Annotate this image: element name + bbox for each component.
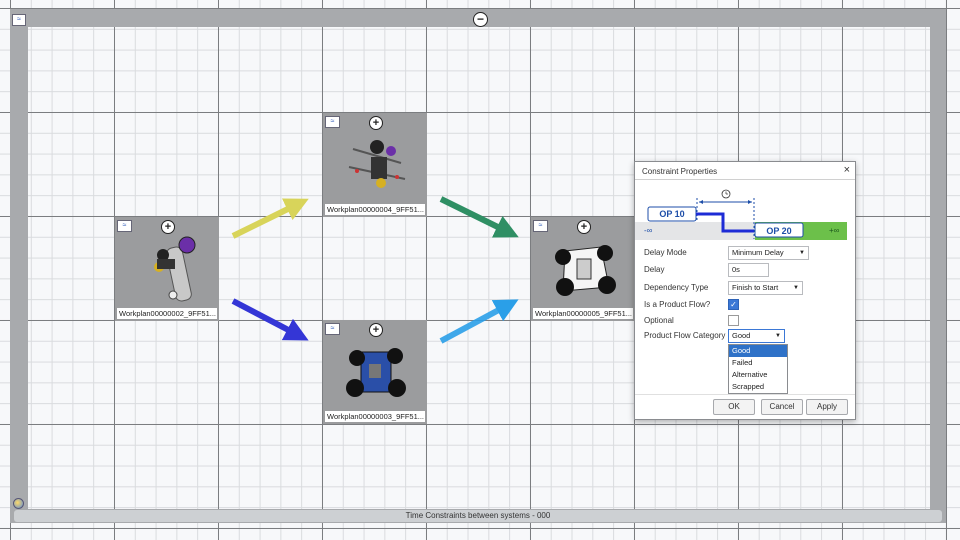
dropdown-option-good[interactable]: Good bbox=[729, 345, 787, 357]
node-label: Workplan00000005_9FF51... bbox=[533, 308, 633, 319]
node-label: Workplan00000002_9FF51... bbox=[117, 308, 217, 319]
assembly-image bbox=[346, 348, 406, 397]
op-from-label: OP 10 bbox=[659, 209, 685, 219]
workplan-node-4[interactable]: ≈ + Workplan00000004_9FF51... bbox=[323, 113, 427, 217]
constraint-properties-dialog: Constraint Properties × OP 10 OP 20 -∞ +… bbox=[634, 161, 856, 420]
assembly-image bbox=[348, 140, 406, 188]
ok-button[interactable]: OK bbox=[713, 399, 755, 415]
delay-mode-value: Minimum Delay bbox=[732, 248, 784, 257]
dropdown-option-failed[interactable]: Failed bbox=[729, 357, 787, 369]
arrow-2-to-3 bbox=[231, 298, 309, 341]
chevron-down-icon: ▼ bbox=[799, 250, 805, 256]
delay-mode-select[interactable]: Minimum Delay ▼ bbox=[728, 246, 809, 260]
product-flow-category-label: Product Flow Category bbox=[644, 331, 726, 340]
dropdown-option-alternative[interactable]: Alternative bbox=[729, 369, 787, 381]
product-flow-category-select[interactable]: Good ▼ bbox=[728, 329, 785, 343]
neg-infinity-label: -∞ bbox=[644, 226, 653, 235]
workplan-node-2[interactable]: ≈ + Workplan00000002_9FF51... bbox=[115, 217, 219, 321]
is-product-flow-label: Is a Product Flow? bbox=[644, 300, 711, 309]
node-label: Workplan00000004_9FF51... bbox=[325, 204, 425, 215]
dialog-title: Constraint Properties bbox=[642, 167, 718, 176]
dependency-type-label: Dependency Type bbox=[644, 283, 709, 292]
delay-input[interactable]: 0s bbox=[728, 263, 769, 277]
arrow-4-to-5 bbox=[439, 196, 519, 238]
delay-mode-label: Delay Mode bbox=[644, 248, 687, 257]
assembly-image bbox=[154, 236, 196, 302]
product-flow-category-value: Good bbox=[732, 331, 751, 340]
close-icon[interactable]: × bbox=[844, 164, 850, 176]
chevron-down-icon: ▼ bbox=[793, 285, 799, 291]
chevron-down-icon: ▼ bbox=[775, 333, 781, 339]
workplan-node-5[interactable]: ≈ + Workplan00000005_9FF51... bbox=[531, 217, 635, 321]
optional-checkbox[interactable] bbox=[728, 315, 739, 326]
apply-button[interactable]: Apply bbox=[806, 399, 848, 415]
title-divider bbox=[635, 179, 855, 180]
arrow-3-to-5 bbox=[439, 299, 519, 344]
dependency-type-select[interactable]: Finish to Start ▼ bbox=[728, 281, 803, 295]
pos-infinity-label: +∞ bbox=[829, 226, 840, 235]
optional-label: Optional bbox=[644, 316, 674, 325]
product-flow-category-dropdown: Good Failed Alternative Scrapped bbox=[728, 344, 788, 394]
delay-label: Delay bbox=[644, 265, 665, 274]
is-product-flow-checkbox[interactable]: ✓ bbox=[728, 299, 739, 310]
dependency-type-value: Finish to Start bbox=[732, 283, 779, 292]
cancel-button[interactable]: Cancel bbox=[761, 399, 803, 415]
node-label: Workplan00000003_9FF51... bbox=[325, 411, 425, 422]
dropdown-option-scrapped[interactable]: Scrapped bbox=[729, 381, 787, 393]
op-to-label: OP 20 bbox=[766, 226, 792, 236]
button-bar-divider bbox=[635, 394, 855, 395]
arrow-2-to-4 bbox=[231, 198, 309, 239]
assembly-image bbox=[555, 245, 616, 296]
clock-icon bbox=[721, 189, 731, 199]
workplan-node-3[interactable]: ≈ + Workplan00000003_9FF51... bbox=[323, 320, 427, 424]
